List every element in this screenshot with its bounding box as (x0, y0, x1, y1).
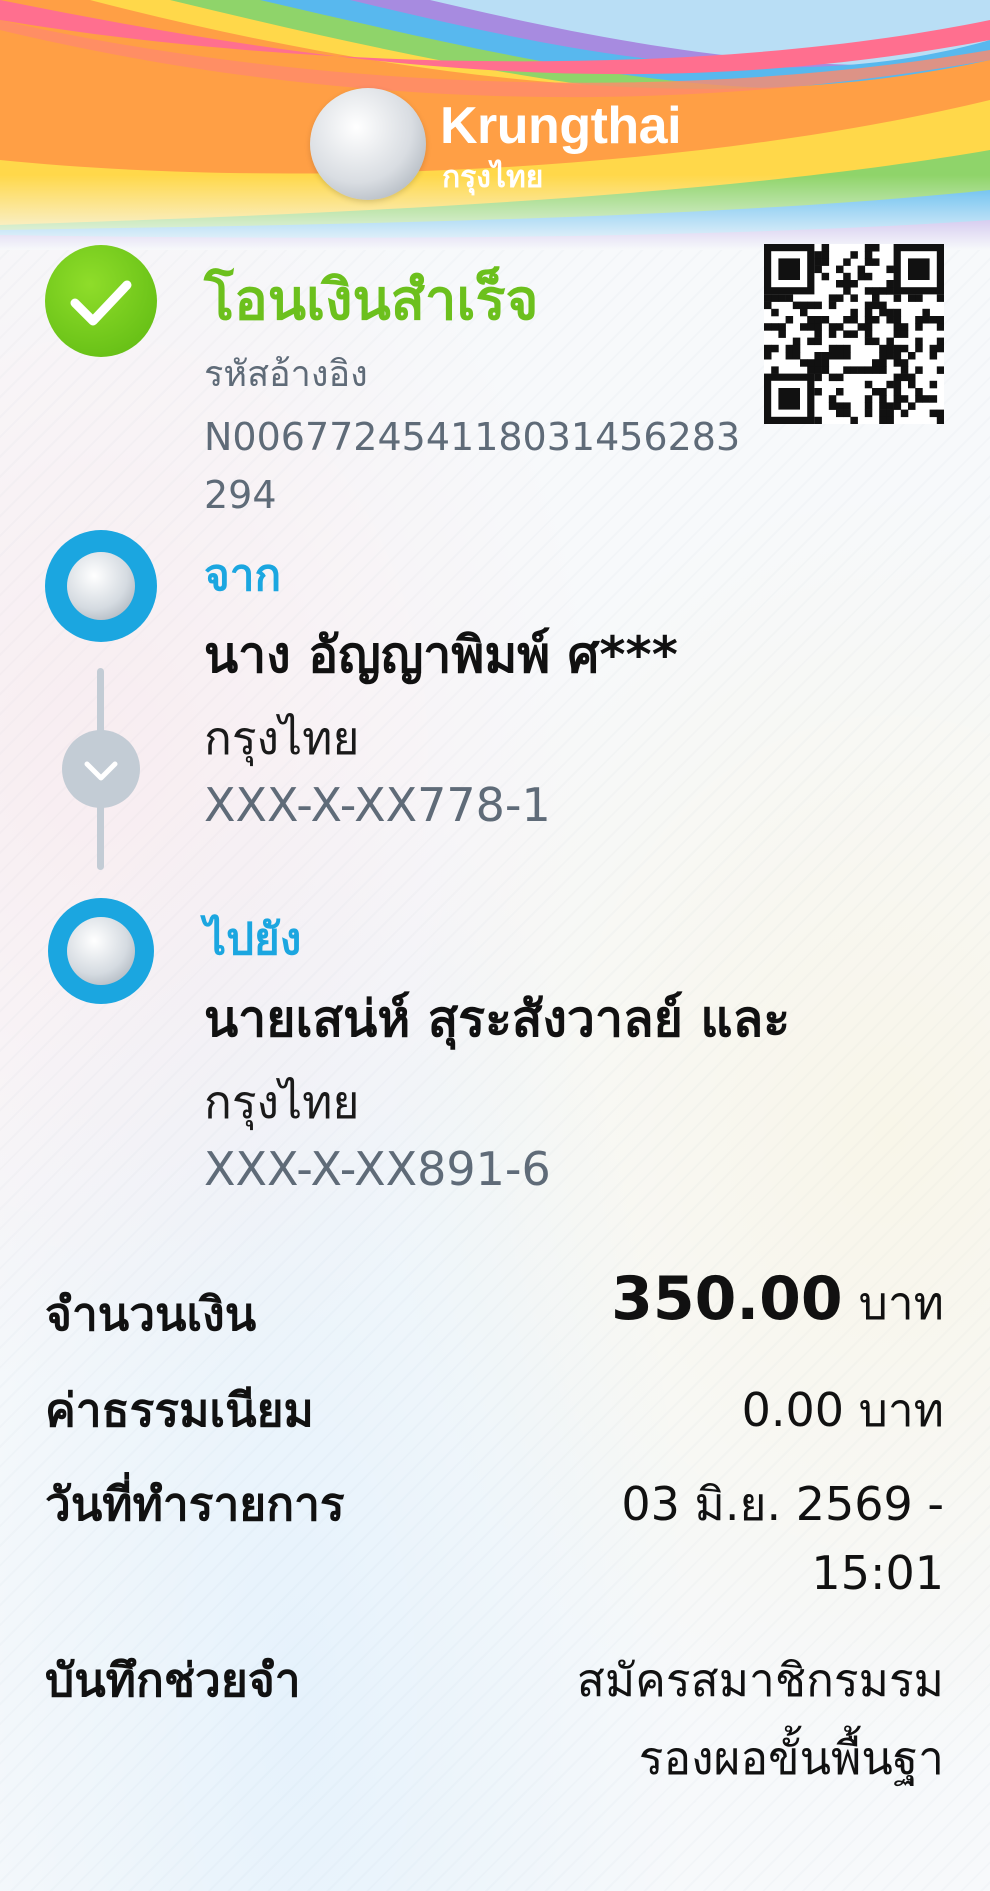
sender-name: นาง อัญญาพิมพ์ ศ*** (204, 626, 678, 684)
receiver-bank: กรุงไทย (204, 1075, 360, 1129)
transfer-success-title: โอนเงินสำเร็จ (204, 268, 539, 333)
memo-value-line1: สมัครสมาชิกรมรม (576, 1653, 944, 1707)
chevron-down-icon (62, 730, 140, 808)
date-label: วันที่ทำรายการ (45, 1477, 345, 1531)
amount-value: 350.00 (611, 1264, 843, 1334)
reference-value: N006772454118031456283294 (204, 415, 741, 517)
receiver-name: นายเสน่ห์ สุระสังวาลย์ และ (204, 990, 791, 1048)
sender-bank-avatar (45, 530, 157, 642)
memo-value-line2: รองผอขั้นพื้นฐา (638, 1731, 944, 1785)
time-value: 15:01 (811, 1546, 944, 1600)
amount-label: จำนวนเงิน (45, 1287, 257, 1341)
garuda-icon (67, 552, 135, 620)
sender-account: XXX-X-XX778-1 (204, 778, 551, 832)
from-label: จาก (204, 550, 282, 601)
reference-label: รหัสอ้างอิง (204, 354, 368, 395)
memo-label: บันทึกช่วยจำ (45, 1653, 301, 1707)
amount-unit: บาท (858, 1276, 944, 1330)
sender-bank: กรุงไทย (204, 711, 360, 765)
qr-code-icon[interactable] (764, 244, 944, 424)
fee-label: ค่าธรรมเนียม (45, 1383, 314, 1437)
to-label: ไปยัง (204, 914, 302, 965)
fee-value: 0.00 บาท (741, 1383, 944, 1437)
garuda-icon (67, 917, 135, 985)
success-check-icon (45, 245, 157, 357)
date-value: 03 มิ.ย. 2569 - (621, 1477, 944, 1531)
amount-value-row: 350.00 บาท (611, 1264, 944, 1340)
receiver-bank-avatar (48, 898, 154, 1004)
receiver-account: XXX-X-XX891-6 (204, 1142, 551, 1196)
